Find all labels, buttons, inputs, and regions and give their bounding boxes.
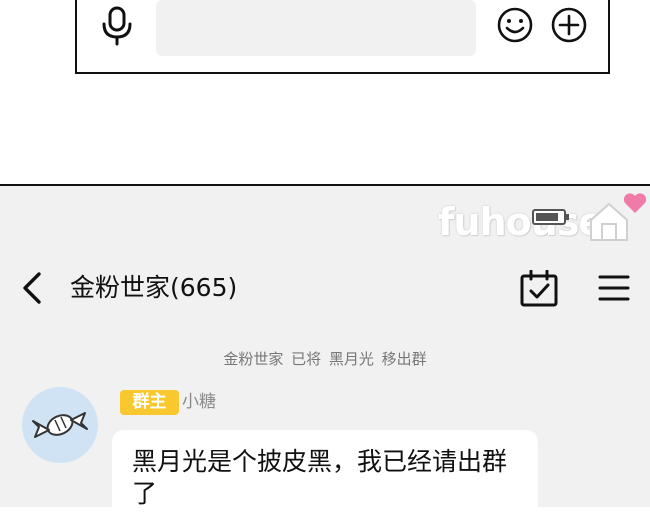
system-notice: 金粉世家 已将 黑月光 移出群 [223,350,427,368]
candy-icon [32,412,88,438]
avatar[interactable] [22,387,98,463]
hamburger-menu-icon[interactable] [598,273,630,303]
battery-icon [532,209,569,225]
chat-panel: fuhouse 金粉世家(665) 金粉世家 已将 黑月光 移出群 群主 小糖 … [0,186,650,530]
sender-name: 小糖 [182,392,216,412]
chevron-left-icon[interactable] [19,271,47,305]
owner-badge: 群主 [120,390,179,415]
microphone-icon[interactable] [100,6,134,46]
message-bubble[interactable]: 黑月光是个披皮黑，我已经请出群了 [112,430,538,530]
calendar-check-icon[interactable] [519,270,559,308]
watermark: fuhouse [438,200,604,244]
message-input[interactable] [156,0,476,56]
input-bar [75,0,610,74]
chat-title: 金粉世家(665) [70,273,238,302]
heart-icon [623,193,647,213]
smiley-icon[interactable] [496,6,534,44]
plus-circle-icon[interactable] [550,6,588,44]
